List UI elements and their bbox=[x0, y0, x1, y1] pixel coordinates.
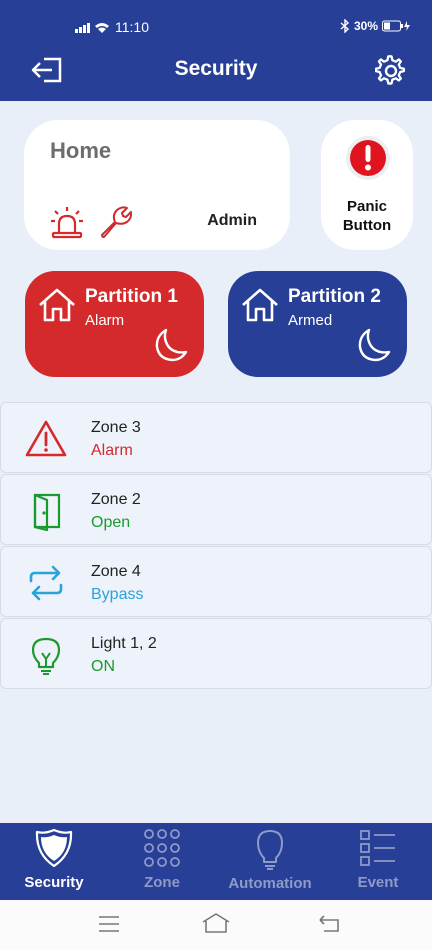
app-header: 11:10 30% Security bbox=[0, 0, 432, 101]
list-item-zone-3[interactable]: Zone 3 Alarm bbox=[0, 402, 432, 473]
battery-percent: 30% bbox=[353, 19, 378, 33]
list-item-state: Alarm bbox=[91, 442, 133, 459]
bypass-arrows-icon bbox=[29, 565, 63, 601]
panic-button[interactable]: Panic Button bbox=[321, 120, 413, 250]
list-item-name: Zone 4 bbox=[91, 563, 141, 580]
menu-icon[interactable] bbox=[98, 914, 120, 934]
panic-label-line2: Button bbox=[342, 217, 392, 234]
list-icon bbox=[360, 830, 395, 866]
house-icon bbox=[39, 288, 75, 322]
battery-icon bbox=[382, 20, 410, 32]
home-card[interactable]: Home Admin bbox=[24, 120, 290, 250]
tab-label: Automation bbox=[228, 875, 312, 892]
tab-label: Security bbox=[24, 874, 84, 891]
status-bar: 11:10 30% bbox=[0, 0, 432, 44]
wrench-icon bbox=[101, 206, 132, 238]
partition-state: Armed bbox=[288, 312, 333, 329]
tab-label: Event bbox=[357, 874, 399, 891]
tab-label: Zone bbox=[144, 874, 180, 891]
home-icon[interactable] bbox=[201, 912, 231, 934]
shield-icon bbox=[35, 828, 73, 868]
siren-icon bbox=[51, 207, 83, 239]
home-title: Home bbox=[50, 138, 112, 163]
status-right: 30% bbox=[340, 19, 412, 33]
list-item-state: ON bbox=[91, 658, 115, 675]
partition-name: Partition 2 bbox=[288, 286, 381, 307]
bluetooth-icon bbox=[340, 19, 349, 33]
tab-zone[interactable]: Zone bbox=[118, 823, 206, 900]
keypad-grid-icon bbox=[144, 829, 180, 867]
list-item-zone-4[interactable]: Zone 4 Bypass bbox=[0, 546, 432, 617]
list-item-state: Open bbox=[91, 514, 131, 531]
tab-automation[interactable]: Automation bbox=[222, 823, 318, 900]
panic-label-line1: Panic bbox=[346, 198, 388, 215]
page-title: Security bbox=[174, 57, 258, 80]
tab-event[interactable]: Event bbox=[334, 823, 422, 900]
door-open-icon bbox=[33, 493, 61, 531]
partition-state: Alarm bbox=[85, 312, 125, 329]
list-item-name: Light 1, 2 bbox=[91, 635, 157, 652]
signal-wifi-icon bbox=[75, 23, 109, 33]
partition-name: Partition 1 bbox=[85, 286, 178, 307]
list-item-name: Zone 2 bbox=[91, 491, 141, 508]
bottom-tab-bar: Security Zone Automation Event bbox=[0, 823, 432, 900]
system-nav-bar bbox=[0, 900, 432, 950]
list-item-state: Bypass bbox=[91, 586, 144, 603]
gear-icon[interactable] bbox=[375, 55, 407, 87]
list-item-name: Zone 3 bbox=[91, 419, 141, 436]
lightbulb-icon bbox=[31, 637, 61, 675]
status-time: 11:10 bbox=[115, 19, 149, 35]
moon-icon bbox=[155, 328, 188, 362]
user-role: Admin bbox=[207, 212, 257, 229]
partition-1-card[interactable]: Partition 1 Alarm bbox=[25, 271, 204, 377]
back-icon[interactable] bbox=[318, 914, 340, 934]
tab-security[interactable]: Security bbox=[10, 823, 98, 900]
warning-icon bbox=[25, 420, 67, 457]
house-icon bbox=[242, 288, 278, 322]
panic-alert-icon bbox=[346, 136, 390, 180]
partition-2-card[interactable]: Partition 2 Armed bbox=[228, 271, 407, 377]
lightbulb-icon bbox=[257, 830, 283, 870]
list-item-light[interactable]: Light 1, 2 ON bbox=[0, 618, 432, 689]
panic-label: Panic Button bbox=[321, 197, 413, 235]
moon-icon bbox=[358, 328, 391, 362]
list-item-zone-2[interactable]: Zone 2 Open bbox=[0, 474, 432, 545]
